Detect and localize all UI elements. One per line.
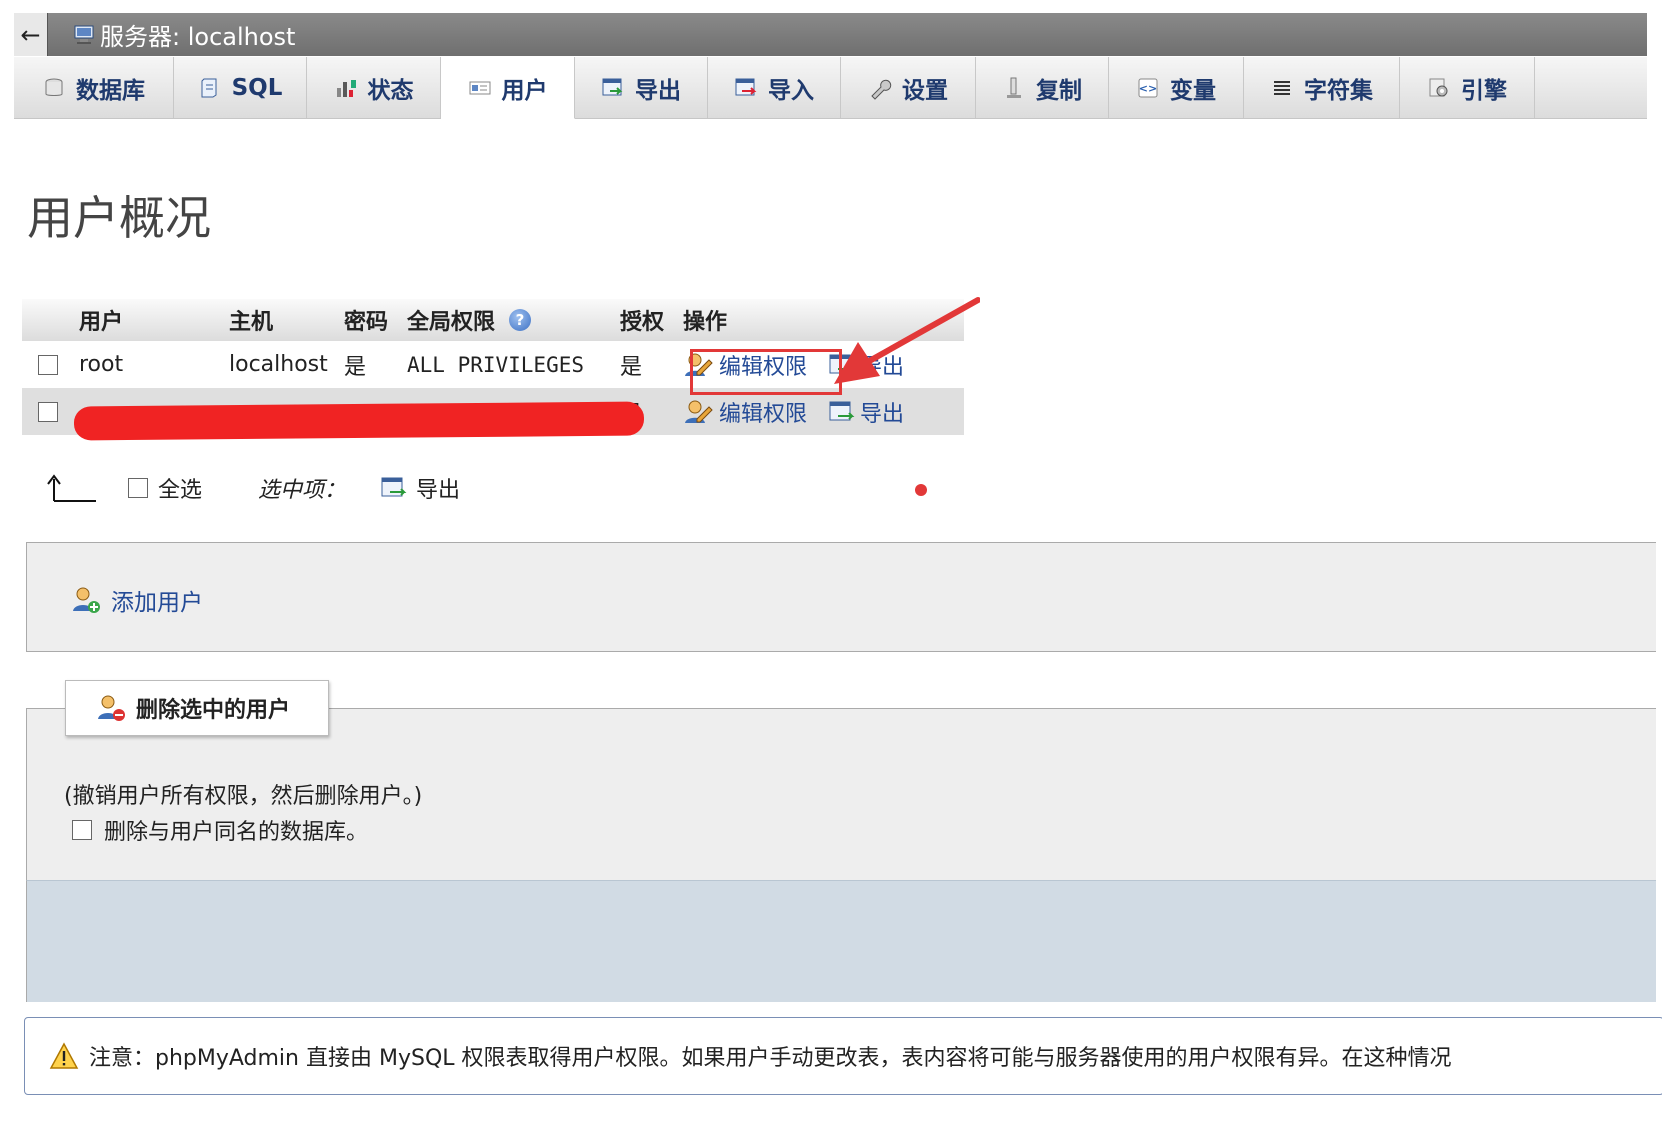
row-checkbox[interactable] xyxy=(38,354,58,375)
tab-databases[interactable]: 数据库 xyxy=(14,57,174,118)
tab-label: SQL xyxy=(231,74,283,101)
sql-icon xyxy=(201,78,217,97)
variables-icon: <> xyxy=(1138,78,1158,97)
bulk-export-button[interactable]: 导出 xyxy=(380,472,460,504)
export-label: 导出 xyxy=(860,401,905,427)
row-user: root xyxy=(79,352,124,377)
header-host[interactable]: 主机 xyxy=(229,299,273,341)
tab-label: 变量 xyxy=(1170,77,1216,104)
status-icon xyxy=(336,79,356,97)
engine-icon xyxy=(1429,78,1448,96)
bulk-export-label: 导出 xyxy=(416,478,461,503)
tab-label: 引擎 xyxy=(1461,77,1507,104)
tab-label: 状态 xyxy=(367,77,414,104)
replication-icon xyxy=(1007,77,1021,98)
tab-label: 导出 xyxy=(635,77,681,104)
row-host: localhost xyxy=(229,352,328,377)
main-tab-bar: 数据库 SQL 状态 用户 导出 导入 设置 复制 <> 变量 字符集 引擎 xyxy=(14,57,1647,119)
server-title[interactable]: 服务器: localhost xyxy=(100,17,295,52)
drop-db-label[interactable]: 删除与用户同名的数据库。 xyxy=(104,814,368,846)
delete-users-description: (撤销用户所有权限，然后删除用户。) xyxy=(64,784,423,809)
header-grant: 授权 xyxy=(620,310,665,335)
users-icon xyxy=(469,81,490,94)
server-bar: ← 服务器: localhost xyxy=(14,13,1647,56)
drop-db-option: 删除与用户同名的数据库。 xyxy=(72,814,368,846)
header-user[interactable]: 用户 xyxy=(79,299,123,341)
tab-export[interactable]: 导出 xyxy=(575,57,708,118)
tab-label: 复制 xyxy=(1036,77,1082,104)
edit-privileges-label: 编辑权限 xyxy=(719,401,808,427)
add-user-fieldset: 添加用户 xyxy=(26,542,1656,652)
header-password: 密码 xyxy=(344,310,389,335)
tab-label: 设置 xyxy=(902,77,948,104)
add-user-link[interactable]: 添加用户 xyxy=(71,583,203,617)
import-icon xyxy=(735,78,757,95)
tab-status[interactable]: 状态 xyxy=(307,57,441,118)
tab-charsets[interactable]: 字符集 xyxy=(1244,57,1400,118)
edit-user-icon xyxy=(685,400,713,423)
charset-icon xyxy=(1274,80,1290,95)
tab-label: 数据库 xyxy=(76,77,145,104)
export-user-link[interactable]: 导出 xyxy=(828,388,904,435)
row-checkbox[interactable] xyxy=(38,401,58,422)
tab-label: 字符集 xyxy=(1304,77,1373,104)
wrench-icon xyxy=(871,79,892,100)
row-password: 是 xyxy=(344,354,367,380)
tab-replication[interactable]: 复制 xyxy=(976,57,1109,118)
warning-icon xyxy=(49,1042,79,1069)
delete-users-submit-bar xyxy=(26,880,1656,1002)
tab-engines[interactable]: 引擎 xyxy=(1400,57,1535,118)
help-icon[interactable]: ? xyxy=(509,309,532,331)
export-icon xyxy=(829,401,855,420)
annotation-dot xyxy=(915,484,927,496)
notice-box: 注意：phpMyAdmin 直接由 MySQL 权限表取得用户权限。如果用户手动… xyxy=(24,1017,1662,1095)
notice-text: 注意：phpMyAdmin 直接由 MySQL 权限表取得用户权限。如果用户手动… xyxy=(89,1046,1452,1071)
export-icon xyxy=(381,477,407,497)
tab-variables[interactable]: <> 变量 xyxy=(1109,57,1244,118)
arrow-up-icon xyxy=(47,474,96,502)
row-privileges: ALL PRIVILEGES xyxy=(407,352,585,377)
delete-users-legend-label: 删除选中的用户 xyxy=(136,698,291,723)
tab-sql[interactable]: SQL xyxy=(174,57,307,118)
header-global-privileges-label: 全局权限 xyxy=(407,310,496,335)
add-user-icon xyxy=(73,587,100,613)
svg-text:<>: <> xyxy=(1139,82,1157,95)
tab-label: 用户 xyxy=(501,77,548,104)
drop-db-checkbox[interactable] xyxy=(72,820,92,840)
database-icon xyxy=(45,78,63,96)
edit-privileges-link[interactable]: 编辑权限 xyxy=(683,388,807,435)
page-title: 用户概况 xyxy=(27,191,211,245)
redaction-mark xyxy=(73,401,645,441)
header-action: 操作 xyxy=(683,310,728,335)
delete-users-legend: 删除选中的用户 xyxy=(65,680,329,736)
select-all-label[interactable]: 全选 xyxy=(158,472,202,504)
select-all-checkbox[interactable] xyxy=(128,478,148,498)
add-user-label: 添加用户 xyxy=(111,590,203,616)
server-icon xyxy=(74,25,94,44)
export-icon xyxy=(602,78,623,95)
tab-settings[interactable]: 设置 xyxy=(841,57,976,118)
with-selected-label: 选中项： xyxy=(258,478,347,503)
tab-users[interactable]: 用户 xyxy=(441,57,575,119)
delete-user-icon xyxy=(98,695,125,721)
tab-import[interactable]: 导入 xyxy=(708,57,841,118)
row-grant: 是 xyxy=(620,354,643,380)
annotation-arrow xyxy=(834,297,980,384)
back-arrow-icon[interactable]: ← xyxy=(14,13,48,56)
select-all-row: 全选 选中项： 导出 xyxy=(44,468,460,508)
tab-label: 导入 xyxy=(768,77,814,104)
header-global-privileges: 全局权限 ? xyxy=(407,299,532,341)
